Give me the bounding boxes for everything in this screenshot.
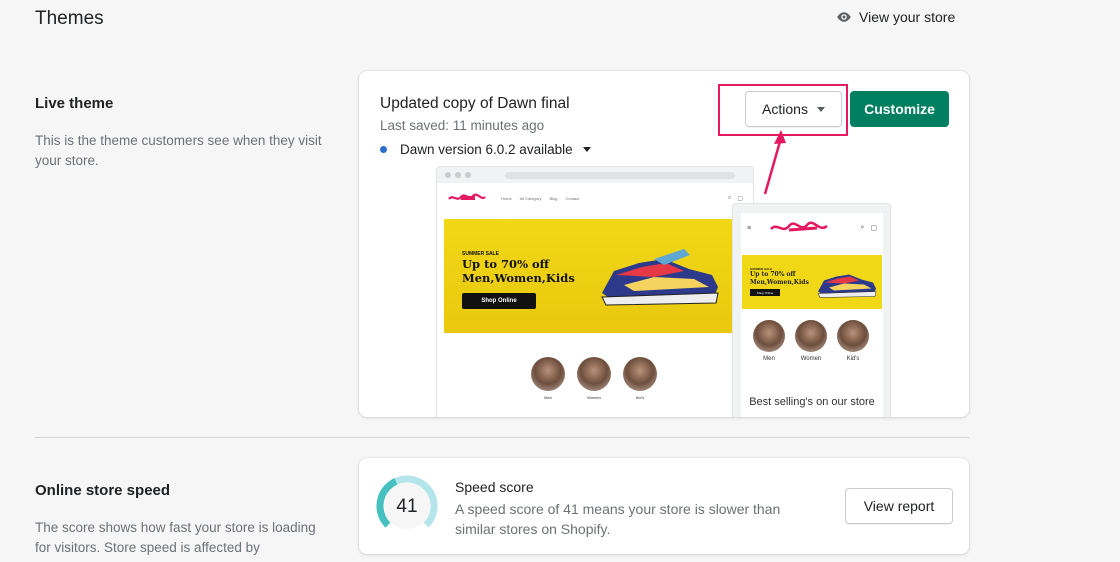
mobile-category-circles: Men Women Kid's (753, 320, 869, 362)
live-theme-title: Live theme (35, 95, 114, 112)
sneaker-image (601, 249, 719, 306)
browser-chrome (437, 167, 753, 183)
search-icon: ⌕ (727, 194, 732, 201)
live-theme-card: Updated copy of Dawn final Last saved: 1… (359, 71, 969, 417)
cart-icon: ▢ (737, 195, 743, 202)
category-item: Men (531, 357, 565, 400)
category-image (531, 357, 565, 391)
page-title: Themes (35, 8, 104, 29)
speed-card: 41 Speed score A speed score of 41 means… (359, 458, 969, 554)
category-item: Kid's (623, 357, 657, 400)
mobile-preview: ≡ ⌕ ▢ SUMMER SALE Up to 70% off Men,Women,… (732, 203, 891, 417)
menu-icon: ≡ (747, 224, 752, 232)
version-notice[interactable]: Dawn version 6.0.2 available (380, 142, 591, 157)
preview-nav-link: Home (501, 195, 512, 201)
annotation-arrow-icon (763, 130, 786, 195)
live-theme-description: This is the theme customers see when the… (35, 133, 322, 168)
category-image (837, 320, 869, 352)
info-dot-icon (380, 146, 387, 153)
search-icon: ⌕ (860, 224, 865, 231)
desktop-preview: Home All Category Blog Contact ⌕ ▢ SUMMER… (436, 166, 754, 417)
section-divider (35, 437, 969, 438)
category-image (753, 320, 785, 352)
last-saved: Last saved: 11 minutes ago (380, 118, 545, 133)
preview-nav: Home All Category Blog Contact ⌕ ▢ (437, 183, 753, 213)
hero-headline: Up to 70% off Men,Women,Kids (462, 257, 575, 285)
speed-section-description: The score shows how fast your store is l… (35, 520, 316, 555)
theme-name: Updated copy of Dawn final (380, 95, 570, 112)
caret-down-icon (582, 147, 591, 152)
preview-hero: SUMMER SALE Up to 70% off Men,Women,Kids… (444, 219, 732, 333)
view-store-label: View your store (859, 9, 956, 25)
speed-score-description: A speed score of 41 means your store is … (455, 501, 781, 537)
speed-section-title: Online store speed (35, 482, 171, 499)
mobile-nav: ≡ ⌕ ▢ (741, 213, 883, 243)
best-selling-heading: Best selling's on our store (749, 396, 875, 408)
speed-score-title: Speed score (455, 479, 534, 495)
themes-page: Themes View your store Live theme This i… (0, 0, 1120, 562)
store-logo-icon (770, 221, 828, 232)
view-report-button[interactable]: View report (845, 488, 953, 524)
preview-nav-link: Blog (549, 195, 558, 201)
store-logo-icon (448, 193, 486, 200)
speed-score-value: 41 (396, 496, 418, 517)
sneaker-image (817, 274, 877, 298)
hero-shop-button: Shop Online (462, 293, 536, 309)
cart-icon: ▢ (870, 225, 877, 232)
eye-icon (837, 12, 851, 22)
category-image (795, 320, 827, 352)
category-image (577, 357, 611, 391)
category-image (623, 357, 657, 391)
category-circles: Men Women Kid's (531, 357, 657, 400)
preview-nav-link: All Category (519, 195, 542, 201)
version-label: Dawn version 6.0.2 available (400, 142, 573, 157)
customize-button[interactable]: Customize (850, 91, 949, 127)
category-item: Women (577, 357, 611, 400)
preview-nav-link: Contact (565, 195, 580, 201)
mobile-hero: SUMMER SALE Up to 70% off Men,Women,Kids … (742, 255, 882, 309)
view-store-link[interactable]: View your store (836, 9, 955, 25)
